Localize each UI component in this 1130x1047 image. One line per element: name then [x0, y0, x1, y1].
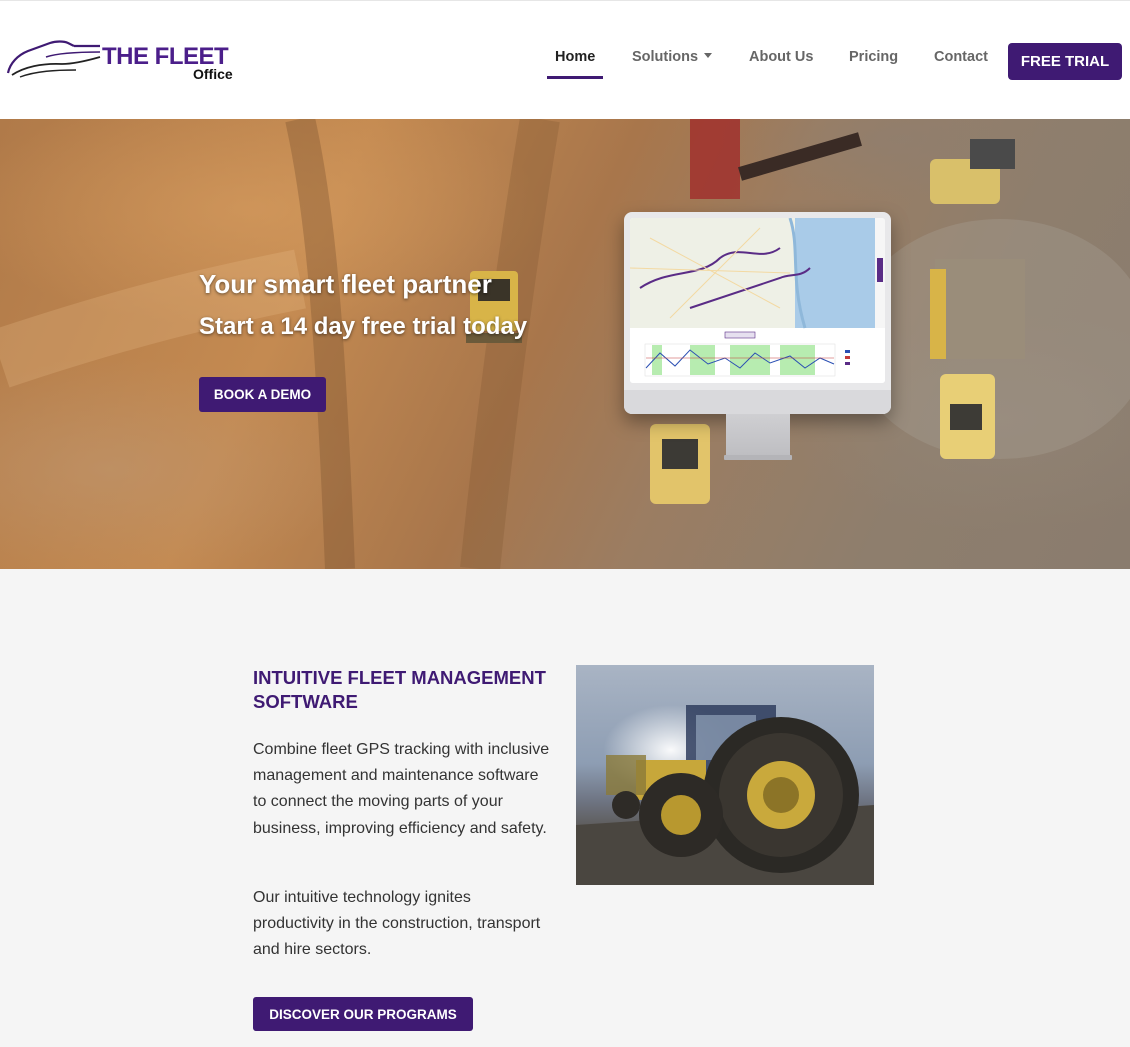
caret-down-icon — [704, 53, 713, 58]
hero-title: Your smart fleet partner — [199, 269, 492, 299]
nav-item-contact[interactable]: Contact — [934, 49, 988, 79]
hero-banner: Your smart fleet partner Start a 14 day … — [0, 119, 1130, 569]
logo-subtitle: Office — [193, 66, 233, 82]
nav-item-label: Home — [555, 49, 596, 65]
site-header: THE FLEET Office Home Solutions About Us… — [0, 0, 1130, 119]
monitor-stand — [726, 414, 790, 458]
quarry-background-image — [0, 119, 1130, 569]
monitor-mockup — [624, 212, 891, 414]
hero-subtitle: Start a 14 day free trial today — [199, 313, 528, 340]
discover-programs-button[interactable]: DISCOVER OUR PROGRAMS — [253, 997, 473, 1031]
nav-item-label: Contact — [934, 49, 988, 65]
nav-item-home[interactable]: Home — [546, 49, 604, 79]
monitor-chin — [624, 390, 891, 414]
nav-item-pricing[interactable]: Pricing — [849, 49, 898, 79]
dashboard-screenshot — [630, 218, 885, 383]
intro-heading: INTUITIVE FLEET MANAGEMENT SOFTWARE — [253, 667, 546, 712]
monitor-base — [724, 455, 792, 460]
book-demo-button[interactable]: BOOK A DEMO — [199, 377, 326, 412]
fleet-office-logo[interactable]: THE FLEET Office — [6, 37, 238, 85]
intro-paragraph: Combine fleet GPS tracking with inclusiv… — [253, 741, 550, 837]
nav-item-label: Solutions — [632, 49, 699, 65]
nav-item-label: About Us — [749, 49, 814, 65]
wheel-loader-photo — [576, 665, 874, 885]
nav-item-about-us[interactable]: About Us — [749, 49, 813, 79]
intro-paragraph: Our intuitive technology ignites product… — [253, 889, 541, 959]
nav-item-solutions[interactable]: Solutions — [632, 49, 713, 79]
nav-item-label: Pricing — [849, 49, 899, 65]
free-trial-button[interactable]: FREE TRIAL — [1008, 43, 1122, 80]
